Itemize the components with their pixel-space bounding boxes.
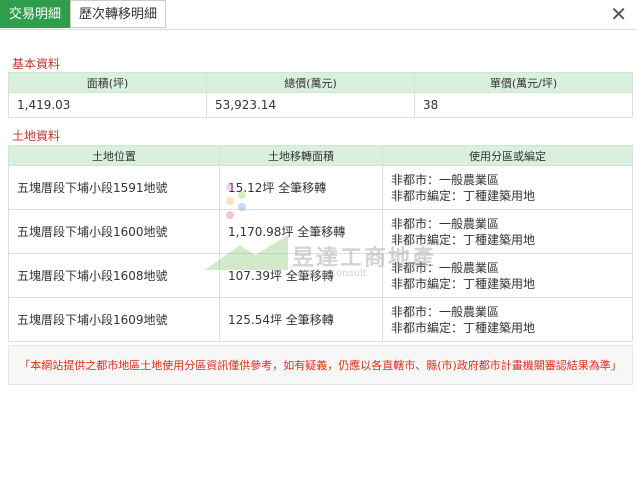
zoning-disclaimer: 「本網站提供之都市地區土地使用分區資訊僅供參考，如有疑義，仍應以各直轄市、縣(市… [8, 345, 633, 385]
header-total-price: 總價(萬元) [206, 72, 415, 93]
value-total-price: 53,923.14 [206, 92, 415, 118]
tab-divider [0, 29, 637, 30]
close-icon[interactable]: ✕ [610, 2, 627, 26]
tab-bar: 交易明細 歷次轉移明細 [0, 0, 167, 30]
zoning-designation: 非都市編定：丁種建築用地 [391, 276, 536, 291]
zoning-type: 非都市：一般農業區 [391, 216, 500, 231]
watermark-subtext: state consult [302, 268, 367, 279]
tab-transaction-details[interactable]: 交易明細 [0, 0, 71, 28]
header-land-location: 土地位置 [8, 145, 220, 166]
header-zoning: 使用分區或編定 [382, 145, 633, 166]
zoning-type: 非都市：一般農業區 [391, 172, 500, 187]
land-location: 五塊厝段下埔小段1608地號 [8, 253, 220, 298]
land-location: 五塊厝段下埔小段1609地號 [8, 297, 220, 342]
value-unit-price: 38 [414, 92, 633, 118]
header-unit-price: 單價(萬元/坪) [414, 72, 633, 93]
tab-transfer-history[interactable]: 歷次轉移明細 [70, 0, 167, 28]
header-area: 面積(坪) [8, 72, 207, 93]
basic-section-title: 基本資料 [12, 57, 61, 71]
land-section-title: 土地資料 [12, 129, 61, 143]
zoning-designation: 非都市編定：丁種建築用地 [391, 188, 536, 203]
land-location: 五塊厝段下埔小段1591地號 [8, 165, 220, 210]
basic-info-table: 面積(坪) 總價(萬元) 單價(萬元/坪) 1,419.03 53,923.14… [8, 72, 633, 118]
transfer-area: 125.54坪 全筆移轉 [219, 297, 383, 342]
zoning: 非都市：一般農業區 非都市編定：丁種建築用地 [382, 165, 633, 210]
header-transfer-area: 土地移轉面積 [219, 145, 383, 166]
table-row: 五塊厝段下埔小段1609地號 125.54坪 全筆移轉 非都市：一般農業區 非都市… [8, 297, 633, 342]
land-location: 五塊厝段下埔小段1600地號 [8, 209, 220, 254]
table-row: 五塊厝段下埔小段1591地號 15.12坪 全筆移轉 非都市：一般農業區 非都市編… [8, 165, 633, 210]
watermark-logo-icon [205, 183, 288, 270]
zoning: 非都市：一般農業區 非都市編定：丁種建築用地 [382, 297, 633, 342]
zoning-type: 非都市：一般農業區 [391, 304, 500, 319]
value-area: 1,419.03 [8, 92, 207, 118]
zoning-designation: 非都市編定：丁種建築用地 [391, 320, 536, 335]
